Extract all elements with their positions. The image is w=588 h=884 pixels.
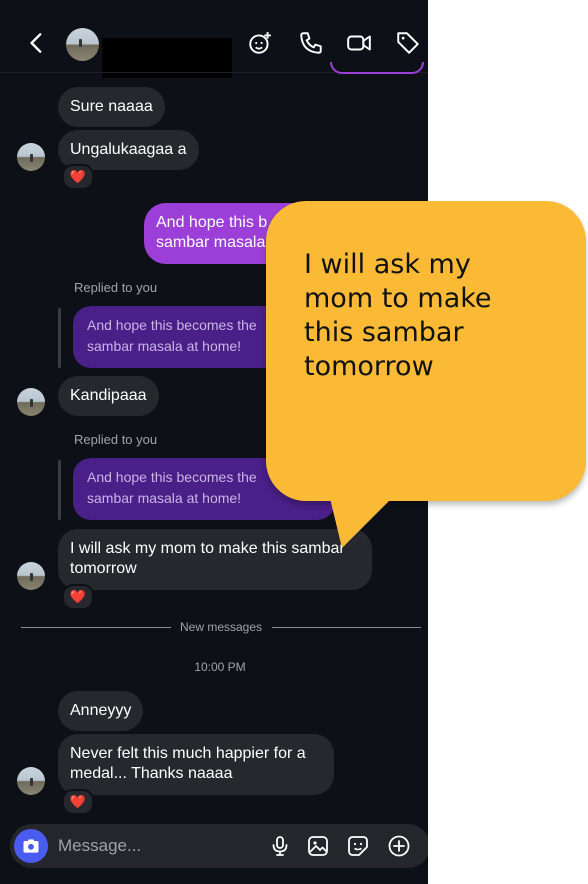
heart-reaction-icon[interactable]: ❤️ xyxy=(62,789,94,815)
message-text: Sure naaaa xyxy=(70,98,153,115)
message-bubble[interactable]: Never felt this much happier for a medal… xyxy=(58,734,334,795)
message-text: Never felt this much happier for a medal… xyxy=(70,745,306,782)
message-bubble[interactable]: Sure naaaa xyxy=(58,87,165,127)
heart-reaction-icon[interactable]: ❤️ xyxy=(62,584,94,610)
reply-label: Replied to you xyxy=(74,280,158,295)
add-icon[interactable] xyxy=(387,834,413,860)
message-input[interactable]: Message... xyxy=(58,836,141,856)
callout-line: mom to make xyxy=(304,283,492,314)
callout-line: this sambar xyxy=(304,317,464,348)
reply-label: Replied to you xyxy=(74,432,158,447)
camera-button[interactable] xyxy=(14,829,48,863)
callout-line: tomorrow xyxy=(304,351,434,382)
microphone-icon[interactable] xyxy=(268,834,294,860)
callout-line: I will ask my xyxy=(304,249,471,280)
callout-text: I will ask my mom to make this sambar to… xyxy=(304,248,554,384)
reaction: ❤️ xyxy=(69,169,87,184)
message-text: Anneyyy xyxy=(70,702,132,719)
contact-avatar[interactable] xyxy=(17,562,45,590)
contact-avatar[interactable] xyxy=(17,143,45,171)
phone-icon[interactable] xyxy=(296,28,326,58)
contact-avatar[interactable] xyxy=(17,767,45,795)
message-text: I will ask my mom to make this sambar to… xyxy=(70,540,345,577)
new-messages-divider: New messages xyxy=(179,620,263,634)
heart-reaction-icon[interactable]: ❤️ xyxy=(62,164,94,190)
message-timestamp: 10:00 PM xyxy=(194,660,246,674)
divider-line xyxy=(21,627,171,628)
quote-bar xyxy=(58,460,61,520)
message-composer[interactable]: Message... xyxy=(10,824,428,868)
back-chevron-icon[interactable] xyxy=(22,28,52,58)
camera-icon xyxy=(23,839,39,853)
quote-bar xyxy=(58,308,61,368)
previous-outgoing-bubble-edge xyxy=(330,62,424,74)
sticker-icon[interactable] xyxy=(346,834,372,860)
reaction: ❤️ xyxy=(69,589,87,604)
message-text: Ungalukaagaa a xyxy=(70,141,187,158)
message-bubble[interactable]: Kandipaaa xyxy=(58,376,159,416)
video-camera-icon[interactable] xyxy=(344,28,374,58)
tag-icon[interactable] xyxy=(393,28,423,58)
sticker-add-icon[interactable] xyxy=(245,28,275,58)
contact-avatar[interactable] xyxy=(66,28,99,61)
gallery-icon[interactable] xyxy=(306,834,332,860)
message-bubble[interactable]: Anneyyy xyxy=(58,691,144,731)
message-text: Kandipaaa xyxy=(70,387,147,404)
speech-callout-tail xyxy=(328,490,400,548)
reaction: ❤️ xyxy=(69,794,87,809)
contact-avatar[interactable] xyxy=(17,388,45,416)
divider-line xyxy=(272,627,421,628)
